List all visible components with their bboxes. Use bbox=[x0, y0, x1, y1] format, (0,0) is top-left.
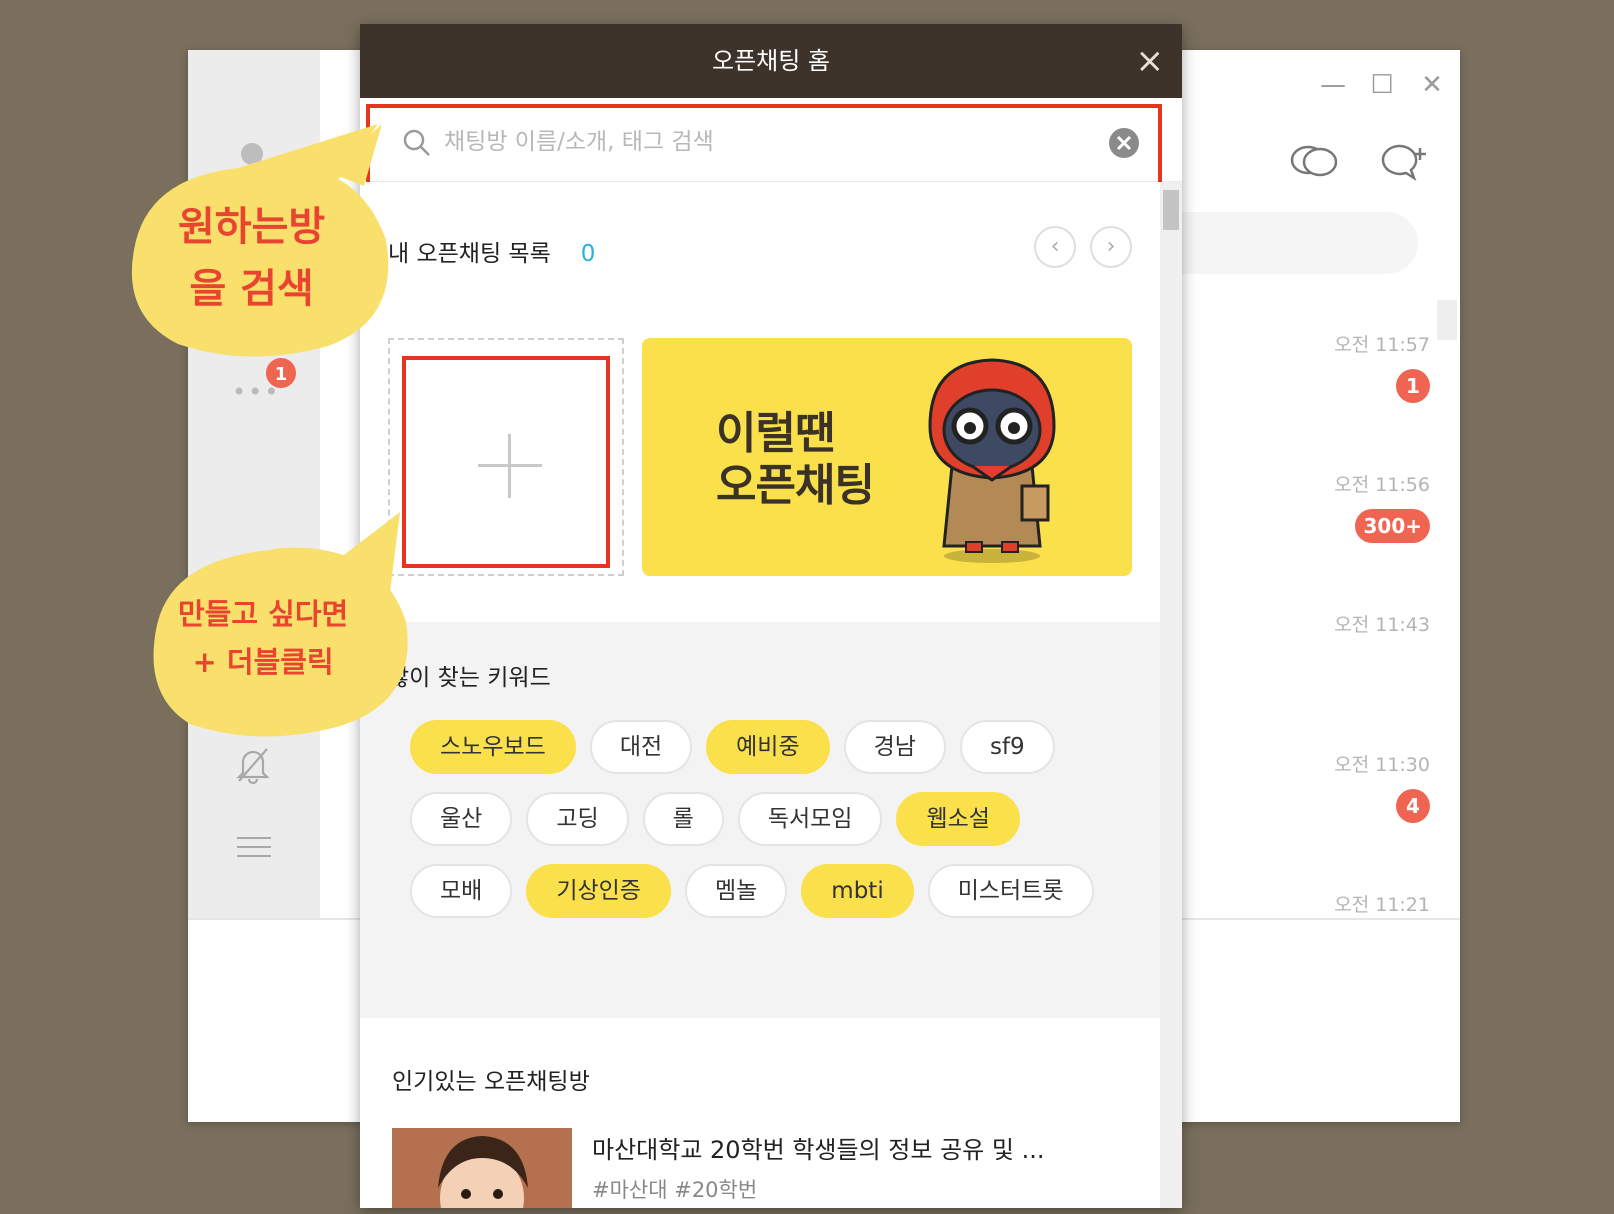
clear-search-icon[interactable] bbox=[1108, 127, 1140, 159]
chat-list-item[interactable]: 오전 11:30 4 bbox=[1334, 750, 1430, 823]
menu-icon[interactable] bbox=[237, 836, 271, 862]
my-list-count: 0 bbox=[580, 241, 596, 267]
chat-list-item[interactable]: 오전 11:56 300+ bbox=[1334, 470, 1430, 543]
unread-badge: 4 bbox=[1396, 789, 1430, 823]
chat-search-bar[interactable] bbox=[1170, 212, 1418, 274]
close-window-button[interactable]: ✕ bbox=[1420, 70, 1444, 100]
keyword-chip[interactable]: 스노우보드 bbox=[410, 720, 576, 774]
chat-time: 오전 11:21 bbox=[1334, 894, 1430, 916]
keyword-chip[interactable]: 기상인증 bbox=[526, 864, 671, 918]
unread-badge: 300+ bbox=[1355, 509, 1430, 543]
new-chat-icon[interactable] bbox=[1376, 140, 1428, 184]
chat-time: 오전 11:30 bbox=[1334, 754, 1430, 776]
create-room-button[interactable] bbox=[402, 356, 610, 568]
banner-line1: 이럴땐 bbox=[716, 408, 835, 459]
my-list-title: 내 오픈채팅 목록 bbox=[388, 241, 551, 267]
chat-list-scrollbar[interactable] bbox=[1437, 300, 1457, 340]
maximize-button[interactable]: ☐ bbox=[1370, 70, 1394, 100]
my-open-chat-section: 내 오픈채팅 목록 0 ‹ › 이럴땐 오픈채팅 bbox=[360, 182, 1160, 622]
keyword-chip[interactable]: 롤 bbox=[642, 792, 724, 846]
unread-badge: 1 bbox=[1396, 369, 1430, 403]
keyword-chip[interactable]: 독서모임 bbox=[737, 792, 883, 846]
minimize-button[interactable]: — bbox=[1320, 70, 1346, 100]
chat-time: 오전 11:56 bbox=[1334, 474, 1430, 496]
chat-toolbar bbox=[1288, 140, 1428, 184]
chat-time: 오전 11:43 bbox=[1334, 614, 1430, 636]
keyword-chip[interactable]: 미스터트롯 bbox=[927, 864, 1094, 918]
banner-line2: 오픈채팅 bbox=[716, 460, 875, 511]
close-icon[interactable]: × bbox=[1136, 24, 1165, 98]
popular-title: 인기있는 오픈채팅방 bbox=[392, 1069, 590, 1095]
keyword-chip[interactable]: 대전 bbox=[589, 720, 693, 774]
room-thumbnail[interactable] bbox=[392, 1128, 572, 1208]
keyword-section: 많이 찾는 키워드 스노우보드 대전 예비중 경남 sf9 울산 고딩 롤 독서… bbox=[360, 622, 1160, 1018]
search-tip-line1: 원하는방 bbox=[178, 204, 326, 250]
open-chat-banner[interactable]: 이럴땐 오픈채팅 bbox=[642, 338, 1132, 576]
keyword-chip[interactable]: 경남 bbox=[843, 720, 946, 774]
keyword-chip[interactable]: 모배 bbox=[410, 864, 513, 918]
search-bar bbox=[360, 98, 1182, 186]
keyword-chip[interactable]: 멤놀 bbox=[684, 864, 788, 918]
popular-section: 인기있는 오픈채팅방 마산대학교 20학번 학생들의 정보 공유 및 ... #… bbox=[360, 1018, 1160, 1208]
keyword-chip[interactable]: mbti bbox=[801, 864, 914, 918]
notification-off-icon[interactable] bbox=[235, 745, 271, 789]
scroll-thumb[interactable] bbox=[1163, 190, 1179, 230]
keyword-chip[interactable]: 울산 bbox=[410, 792, 513, 846]
chevron-right-icon[interactable]: › bbox=[1090, 226, 1132, 268]
chat-list-item[interactable]: 오전 11:21 bbox=[1334, 890, 1430, 917]
carousel-nav: ‹ › bbox=[1034, 226, 1132, 268]
create-tip-line1: 만들고 싶다면 bbox=[178, 597, 349, 631]
dialog-scrollbar[interactable] bbox=[1160, 182, 1182, 1208]
character-illustration bbox=[928, 358, 1056, 563]
chat-list-item[interactable]: 오전 11:57 1 bbox=[1334, 330, 1430, 403]
search-input[interactable] bbox=[444, 120, 1054, 164]
create-tip-text: 만들고 싶다면 + 더블클릭 bbox=[178, 590, 348, 686]
chevron-left-icon[interactable]: ‹ bbox=[1034, 226, 1076, 268]
chat-list-item[interactable]: 오전 11:43 bbox=[1334, 610, 1430, 637]
open-chat-home-dialog: 오픈채팅 홈 × 내 오픈채팅 목록 0 ‹ › 이럴땐 오픈채팅 bbox=[360, 24, 1182, 1208]
keyword-list: 스노우보드 대전 예비중 경남 sf9 울산 고딩 롤 독서모임 웹소설 모배 … bbox=[410, 720, 1110, 918]
create-tip-line2: + 더블클릭 bbox=[192, 645, 334, 679]
dialog-header: 오픈채팅 홈 × bbox=[360, 24, 1182, 98]
plus-icon bbox=[478, 434, 542, 498]
chat-time: 오전 11:57 bbox=[1334, 334, 1430, 356]
window-controls: — ☐ ✕ bbox=[1320, 70, 1444, 100]
section-title: 내 오픈채팅 목록 0 bbox=[388, 234, 595, 268]
open-chat-icon[interactable] bbox=[1288, 140, 1340, 184]
room-title[interactable]: 마산대학교 20학번 학생들의 정보 공유 및 ... bbox=[592, 1130, 1122, 1165]
search-tip-line2: 을 검색 bbox=[189, 266, 314, 312]
search-tip-text: 원하는방 을 검색 bbox=[178, 196, 325, 320]
room-tags: #마산대 #20학번 bbox=[592, 1178, 758, 1202]
keyword-chip[interactable]: 고딩 bbox=[526, 792, 629, 846]
keyword-chip[interactable]: 예비중 bbox=[706, 720, 830, 774]
keyword-chip[interactable]: sf9 bbox=[959, 720, 1055, 774]
banner-text: 이럴땐 오픈채팅 bbox=[716, 408, 875, 512]
dialog-title: 오픈채팅 홈 bbox=[711, 47, 831, 75]
keyword-chip[interactable]: 웹소설 bbox=[896, 792, 1020, 846]
